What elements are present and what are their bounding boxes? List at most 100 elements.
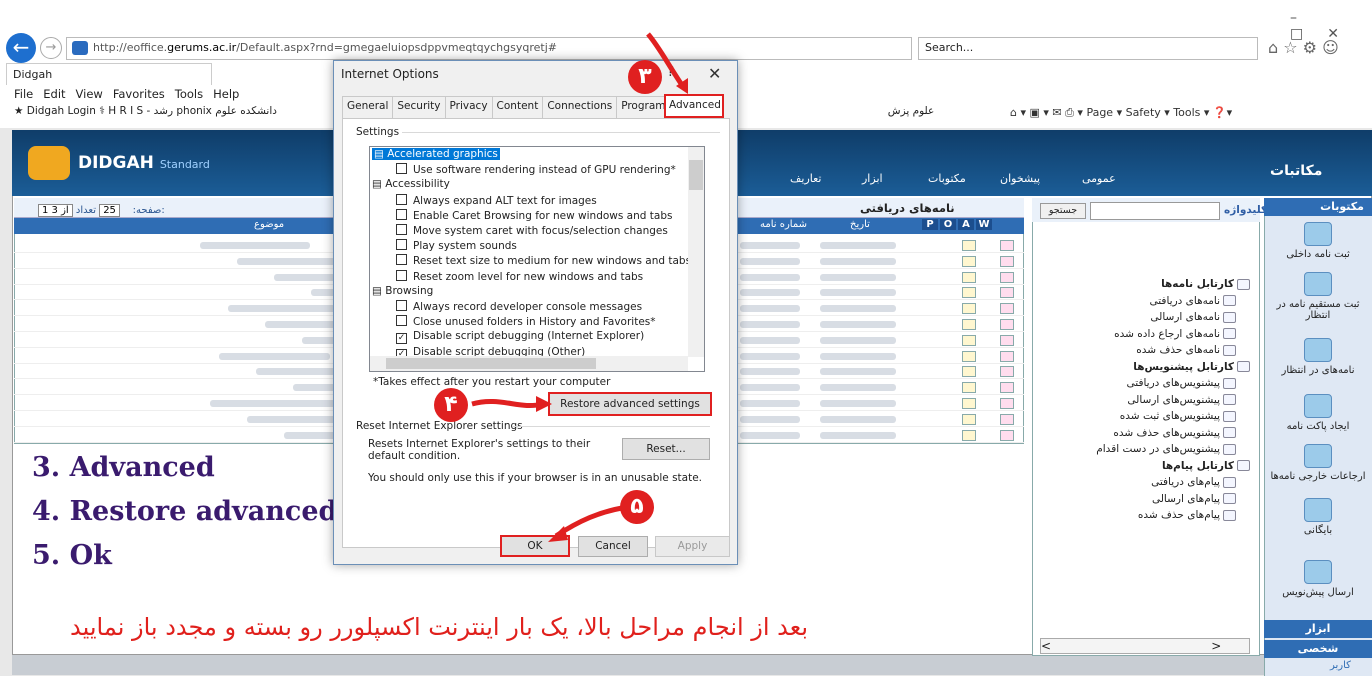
restore-advanced-button[interactable]: Restore advanced settings [548,392,712,416]
tab-content[interactable]: Content [491,96,544,118]
page-select[interactable]: 1 از 3 [38,204,73,217]
search-input[interactable]: Search... [918,37,1258,60]
command-bar[interactable]: ⌂ ▾ ▣ ▾ ✉ ⎙ ▾ Page ▾ Safety ▾ Tools ▾ ❓▾ [1010,106,1232,120]
checkbox[interactable] [396,239,407,251]
col-a[interactable]: A [958,219,974,230]
settings-option[interactable]: Always record developer console messages [396,300,642,313]
nav-footer[interactable]: کاربر [1330,660,1351,671]
settings-option[interactable]: ✓ Disable script debugging (Internet Expl… [396,330,644,345]
settings-group[interactable]: ▤ Accelerated graphics [372,148,500,160]
tree-item[interactable]: پیشنویس‌های ثبت شده [1120,410,1236,422]
url-prefix: http://eoffice. [93,41,168,54]
checkbox[interactable] [396,163,407,175]
forward-icon[interactable]: → [40,37,62,59]
address-bar[interactable]: http://eoffice.gerums.ac.ir/Default.aspx… [66,37,912,60]
tree-item[interactable]: پیام‌های حذف شده [1138,509,1236,521]
checkbox[interactable] [396,300,407,311]
tab-privacy[interactable]: Privacy [444,96,493,118]
checkbox[interactable] [396,193,407,205]
tree-item[interactable]: پیشنویس‌های ارسالی [1127,394,1236,406]
tab-tools[interactable]: ابزار [862,172,883,185]
date-column[interactable]: تاریخ [850,219,870,230]
nav-band-tools[interactable]: ابزار [1264,620,1372,638]
tree-item[interactable]: نامه‌های ارجاع داده شده [1114,328,1236,340]
tree-item[interactable]: کارتابل پیام‌ها [1162,460,1250,472]
menu-item-help[interactable]: Help [213,87,239,101]
settings-group[interactable]: ▤ Accessibility [372,178,450,190]
folder-icon [1223,476,1236,488]
menu-item-edit[interactable]: Edit [43,87,65,101]
settings-option[interactable]: Reset zoom level for new windows and tab… [396,269,643,283]
tree-item-label: پیام‌های ارسالی [1151,492,1220,505]
settings-group-label: Settings [356,126,400,138]
nav-item[interactable]: ثبت مستقیم نامه در انتظار [1264,272,1372,321]
checkbox[interactable] [396,269,407,281]
tree-item[interactable]: پیشنویس‌های دریافتی [1127,377,1236,389]
h-scroll-thumb[interactable] [386,358,596,369]
nav-item[interactable]: ارجاعات خارجی نامه‌ها [1264,444,1372,482]
tree-item[interactable]: کارتابل پیشنویس‌ها [1133,361,1250,373]
browser-tab[interactable]: Didgah [6,63,212,85]
settings-option[interactable]: Reset text size to medium for new window… [396,254,691,267]
folder-icon [1223,328,1236,339]
favorites-link-2[interactable]: دانشکده علوم [215,105,277,117]
settings-option[interactable]: Enable Caret Browsing for new windows an… [396,208,672,222]
tab-definitions[interactable]: تعاریف [790,172,821,185]
checkbox[interactable] [396,315,407,327]
tree-item[interactable]: نامه‌های حذف شده [1136,344,1236,356]
col-p[interactable]: P [922,219,938,230]
subject-column[interactable]: موضوع [254,219,284,230]
settings-option[interactable]: Always expand ALT text for images [396,193,597,207]
command-labels[interactable]: Page ▾ Safety ▾ Tools ▾ [1086,106,1209,119]
number-column[interactable]: شماره نامه [760,219,807,230]
nav-item[interactable]: نامه‌های در انتظار [1264,338,1372,376]
menu-item-file[interactable]: File [14,87,33,101]
checkbox[interactable] [396,254,407,266]
col-w[interactable]: W [976,219,992,230]
tab-general[interactable]: General [342,96,394,118]
home-star-gear-icons[interactable]: ⌂ ☆ ⚙ ☺ [1268,38,1339,57]
tab-security[interactable]: Security [392,96,446,118]
settings-option[interactable]: Use software rendering instead of GPU re… [396,163,676,176]
tab-connections[interactable]: Connections [542,96,618,118]
checkbox[interactable] [396,208,407,220]
keyword-input[interactable] [1090,202,1220,220]
search-button[interactable]: جستجو [1040,203,1086,219]
nav-item[interactable]: ثبت نامه داخلی [1264,222,1372,260]
menu-item-favorites[interactable]: Favorites [113,87,165,101]
nav-item[interactable]: ایجاد پاکت نامه [1264,394,1372,432]
tree-item[interactable]: کارتابل نامه‌ها [1161,278,1250,290]
tab-general[interactable]: عمومی [1082,172,1116,185]
grid-pager[interactable]: 1 از 3 صفحه: 25 تعداد: [38,204,165,217]
col-o[interactable]: O [940,219,956,230]
apply-button[interactable]: Apply [655,536,730,557]
tree-item[interactable]: نامه‌های دریافتی [1150,295,1236,307]
menu-item-tools[interactable]: Tools [175,87,203,101]
tab-desk[interactable]: پیشخوان [1000,172,1040,185]
menu-item-view[interactable]: View [76,87,103,101]
arrow-to-ok-icon [548,505,623,542]
count-select[interactable]: 25 [99,204,120,217]
tree-item[interactable]: پیشنویس‌های در دست اقدام [1096,443,1236,455]
checkbox[interactable]: ✓ [396,333,407,345]
checkbox[interactable] [396,224,407,235]
tree-item[interactable]: پیشنویس‌های حذف شده [1113,427,1236,439]
tree-item-label: نامه‌های ارجاع داده شده [1114,327,1220,340]
reset-button[interactable]: Reset... [622,438,710,460]
tree-item[interactable]: پیام‌های دریافتی [1151,476,1236,488]
settings-group[interactable]: ▤ Browsing [372,285,433,297]
letter-status-icon [1000,319,1014,330]
back-icon[interactable]: ← [6,33,36,63]
settings-option[interactable]: Play system sounds [396,239,517,252]
settings-option[interactable]: Move system caret with focus/selection c… [396,224,668,237]
tree-item[interactable]: پیام‌های ارسالی [1152,493,1236,505]
scroll-thumb[interactable] [689,160,703,190]
tree-scrollbar[interactable]: < > [1040,638,1250,654]
nav-item[interactable]: ارسال پیش‌نویس [1264,560,1372,598]
nav-band-personal[interactable]: شخصی [1264,640,1372,658]
tab-letters[interactable]: مکتوبات [928,172,966,185]
close-icon[interactable]: ✕ [708,64,721,83]
tree-item[interactable]: نامه‌های ارسالی [1150,311,1236,323]
nav-item[interactable]: بایگانی [1264,498,1372,536]
settings-option[interactable]: Close unused folders in History and Favo… [396,315,656,328]
